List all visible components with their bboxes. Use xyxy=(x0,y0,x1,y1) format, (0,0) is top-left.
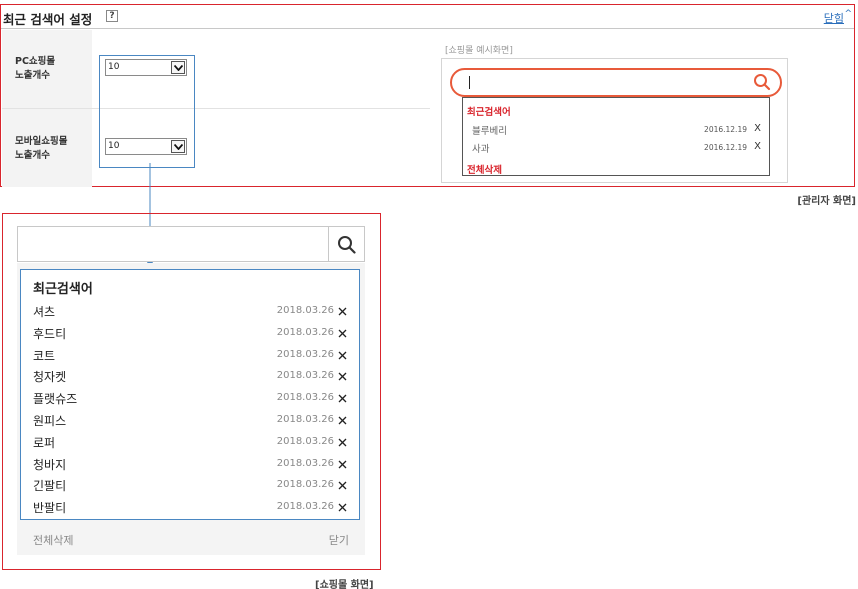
recent-search-date: 2018.03.26 xyxy=(276,501,334,513)
close-icon[interactable]: X xyxy=(754,142,761,152)
admin-caption: [관리자 화면] xyxy=(797,196,856,207)
recent-search-item[interactable]: 원피스 xyxy=(33,412,66,429)
search-divider xyxy=(328,227,329,261)
caret-up-icon: ^ xyxy=(844,9,852,19)
recent-search-item[interactable]: 셔츠 xyxy=(33,303,55,320)
recent-search-item[interactable]: 반팔티 xyxy=(33,499,66,516)
recent-search-date: 2018.03.26 xyxy=(276,479,334,491)
collapse-link[interactable]: 닫힘 xyxy=(824,10,844,26)
recent-search-item[interactable]: 코트 xyxy=(33,347,55,364)
preview-recent-item[interactable]: 사과 xyxy=(472,141,489,155)
select-arrow-icon[interactable] xyxy=(171,61,185,74)
close-icon[interactable] xyxy=(338,460,347,469)
recent-search-date: 2018.03.26 xyxy=(276,414,334,425)
recent-search-date: 2018.03.26 xyxy=(276,457,334,469)
recent-search-item[interactable]: 플랫슈즈 xyxy=(33,390,77,407)
recent-search-date: 2018.03.26 xyxy=(276,348,334,360)
recent-search-dropdown: 최근검색어 셔츠 2018.03.26 후드티 2018.03.26 코트 2018.03… xyxy=(20,269,360,520)
admin-header: 최근 검색어 설정 ? 닫힘 ^ xyxy=(1,5,854,29)
text-cursor xyxy=(469,76,470,89)
pc-count-value: 10 xyxy=(108,62,120,72)
shop-search-input[interactable] xyxy=(17,226,365,262)
recent-search-date: 2018.03.26 xyxy=(276,305,334,316)
close-icon[interactable] xyxy=(338,351,347,360)
close-button[interactable]: 닫기 xyxy=(329,532,349,548)
close-icon[interactable] xyxy=(338,307,347,316)
recent-search-date: 2018.03.26 xyxy=(276,435,334,447)
shop-mobile-panel: 최근검색어 셔츠 2018.03.26 후드티 2018.03.26 코트 2018.03… xyxy=(2,213,381,570)
recent-search-panel: 최근검색어 셔츠 2018.03.26 후드티 2018.03.26 코트 2018.03… xyxy=(17,263,365,555)
preview-clear-all-button[interactable]: 전체삭제 xyxy=(467,162,502,176)
row-divider xyxy=(2,108,430,109)
recent-search-date: 2018.03.26 xyxy=(276,326,334,338)
preview-recent-title: 최근검색어 xyxy=(467,107,511,118)
preview-item-date: 2016.12.19 xyxy=(704,143,747,152)
admin-settings-panel: 최근 검색어 설정 ? 닫힘 ^ PC쇼핑몰 노출개수 모바일쇼핑몰 노출개수 … xyxy=(0,4,855,187)
recent-search-date: 2018.03.26 xyxy=(276,392,334,404)
close-icon[interactable] xyxy=(338,329,347,338)
close-icon[interactable] xyxy=(338,481,347,490)
pc-count-select[interactable]: 10 xyxy=(105,59,187,76)
recent-search-item[interactable]: 로퍼 xyxy=(33,434,55,451)
preview-label: [쇼핑몰 예시화면] xyxy=(445,46,513,56)
recent-search-item[interactable]: 후드티 xyxy=(33,325,66,342)
recent-search-item[interactable]: 청자켓 xyxy=(33,368,66,385)
select-arrow-icon[interactable] xyxy=(171,140,185,153)
mobile-count-label: 모바일쇼핑몰 노출개수 xyxy=(15,136,68,161)
search-icon[interactable] xyxy=(337,235,356,258)
close-icon[interactable] xyxy=(338,372,347,381)
recent-search-date: 2018.03.26 xyxy=(276,370,334,382)
recent-search-item[interactable]: 청바지 xyxy=(33,456,66,473)
mobile-count-select[interactable]: 10 xyxy=(105,138,187,155)
help-icon[interactable]: ? xyxy=(106,10,118,22)
page-title: 최근 검색어 설정 xyxy=(3,12,93,27)
pc-count-label: PC쇼핑몰 노출개수 xyxy=(15,56,56,81)
preview-recent-item[interactable]: 블루베리 xyxy=(472,123,507,137)
recent-search-item[interactable]: 긴팔티 xyxy=(33,477,66,494)
close-icon[interactable] xyxy=(338,394,347,403)
preview-recent-dropdown: 최근검색어 블루베리 2016.12.19 X 사과 2016.12.19 X … xyxy=(462,97,770,176)
close-icon[interactable] xyxy=(338,503,347,512)
clear-all-button[interactable]: 전체삭제 xyxy=(33,532,73,548)
shop-preview: 최근검색어 블루베리 2016.12.19 X 사과 2016.12.19 X … xyxy=(441,58,788,183)
mobile-count-value: 10 xyxy=(108,141,120,151)
preview-item-date: 2016.12.19 xyxy=(704,125,747,134)
close-icon[interactable]: X xyxy=(754,124,761,134)
search-icon[interactable] xyxy=(753,73,771,95)
close-icon[interactable] xyxy=(338,416,347,425)
recent-search-title: 최근검색어 xyxy=(33,282,93,297)
shop-caption: [쇼핑몰 화면] xyxy=(315,580,374,589)
preview-search-input[interactable] xyxy=(450,68,782,97)
close-icon[interactable] xyxy=(338,438,347,447)
